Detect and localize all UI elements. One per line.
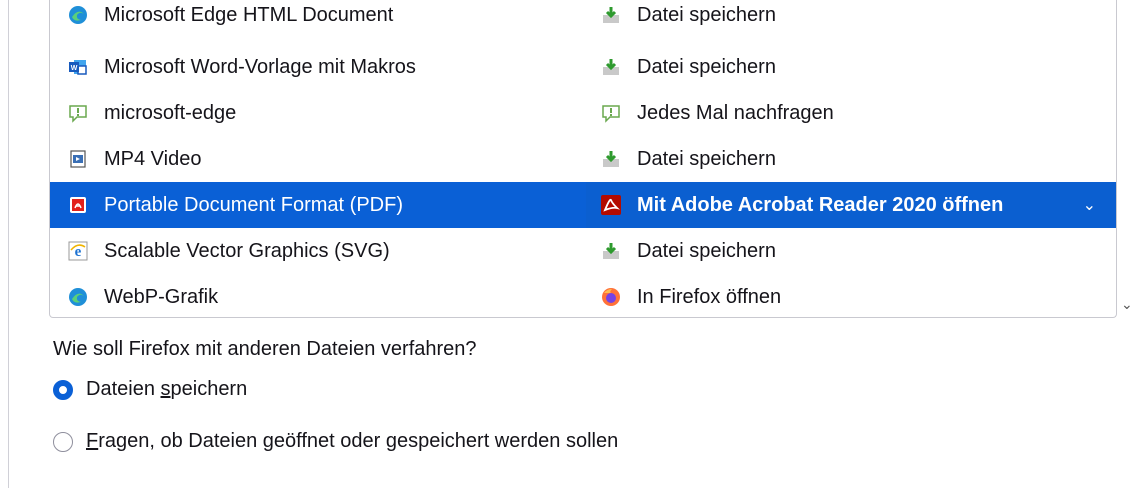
table-row[interactable]: microsoft-edge Jedes Mal nachfragen [50, 90, 1116, 136]
radio-label: Fragen, ob Dateien geöffnet oder gespeic… [86, 430, 619, 452]
action-cell[interactable]: Datei speichern [601, 44, 776, 90]
save-file-icon [603, 7, 619, 23]
table-row-selected[interactable]: Portable Document Format (PDF) Mit Adobe… [50, 182, 1116, 228]
content-type-label: microsoft-edge [104, 101, 237, 124]
action-cell[interactable]: Datei speichern [601, 0, 776, 38]
action-cell[interactable]: Mit Adobe Acrobat Reader 2020 öffnen [601, 182, 1003, 228]
section-border [8, 0, 9, 488]
video-file-icon [70, 150, 86, 168]
action-dropdown[interactable]: Mit Adobe Acrobat Reader 2020 öffnen ⌄ [586, 182, 1116, 228]
action-label: Datei speichern [637, 55, 776, 78]
save-file-icon [603, 243, 619, 259]
save-file-icon [603, 151, 619, 167]
content-type-label: MP4 Video [104, 147, 202, 170]
table-row[interactable]: Microsoft Edge HTML Document Datei speic… [50, 0, 1116, 38]
action-label: Datei speichern [637, 239, 776, 262]
action-label: Datei speichern [637, 3, 776, 26]
content-type-cell: Portable Document Format (PDF) [68, 182, 403, 228]
radio-label: Dateien speichern [86, 378, 248, 400]
content-type-cell: WebP-Grafik [68, 274, 219, 317]
content-type-cell: e Scalable Vector Graphics (SVG) [68, 228, 390, 274]
speech-bubble-icon [602, 105, 620, 123]
action-label: Jedes Mal nachfragen [637, 101, 834, 124]
content-type-cell: Microsoft Edge HTML Document [68, 0, 393, 38]
svg-text:W: W [71, 65, 78, 72]
action-cell[interactable]: Jedes Mal nachfragen [601, 90, 834, 136]
applications-table[interactable]: Microsoft Edge HTML Document Datei speic… [49, 0, 1117, 318]
table-row[interactable]: MP4 Video Datei speichern [50, 136, 1116, 182]
content-type-cell: W Microsoft Word-Vorlage mit Makros [68, 44, 416, 90]
table-row[interactable]: e Scalable Vector Graphics (SVG) Datei s… [50, 228, 1116, 274]
save-file-icon [603, 59, 619, 75]
content-type-label: Scalable Vector Graphics (SVG) [104, 239, 390, 262]
content-type-label: Microsoft Word-Vorlage mit Makros [104, 55, 416, 78]
radio-button-unchecked[interactable] [53, 431, 73, 452]
edge-icon [69, 6, 87, 24]
action-label: In Firefox öffnen [637, 285, 782, 308]
action-label: Datei speichern [637, 147, 776, 170]
speech-bubble-icon [69, 105, 87, 123]
chevron-down-icon[interactable]: ⌄ [1083, 195, 1096, 215]
action-cell[interactable]: Datei speichern [601, 228, 776, 274]
content-type-label: WebP-Grafik [104, 285, 219, 308]
content-type-cell: microsoft-edge [68, 90, 236, 136]
action-cell[interactable]: Datei speichern [601, 136, 776, 182]
content-type-label: Microsoft Edge HTML Document [104, 3, 394, 26]
firefox-icon [602, 288, 620, 306]
content-type-cell: MP4 Video [68, 136, 201, 182]
radio-save-files[interactable]: Dateien speichern [53, 378, 247, 401]
ie-icon: e [68, 241, 88, 261]
other-files-question: Wie soll Firefox mit anderen Dateien ver… [53, 338, 477, 360]
word-icon: W [69, 60, 87, 75]
pdf-icon [70, 197, 86, 213]
table-row[interactable]: WebP-Grafik In Firefox öffnen [50, 274, 1116, 317]
content-type-label: Portable Document Format (PDF) [104, 193, 403, 216]
action-label: Mit Adobe Acrobat Reader 2020 öffnen [637, 193, 1004, 216]
acrobat-icon [601, 195, 621, 215]
scroll-down-arrow[interactable]: ⌄ [1121, 296, 1131, 313]
radio-button-checked[interactable] [53, 379, 73, 400]
action-cell[interactable]: In Firefox öffnen [601, 274, 782, 317]
edge-icon [69, 288, 87, 306]
radio-ask-files[interactable]: Fragen, ob Dateien geöffnet oder gespeic… [53, 430, 618, 453]
table-row[interactable]: W Microsoft Word-Vorlage mit Makros Date… [50, 44, 1116, 90]
